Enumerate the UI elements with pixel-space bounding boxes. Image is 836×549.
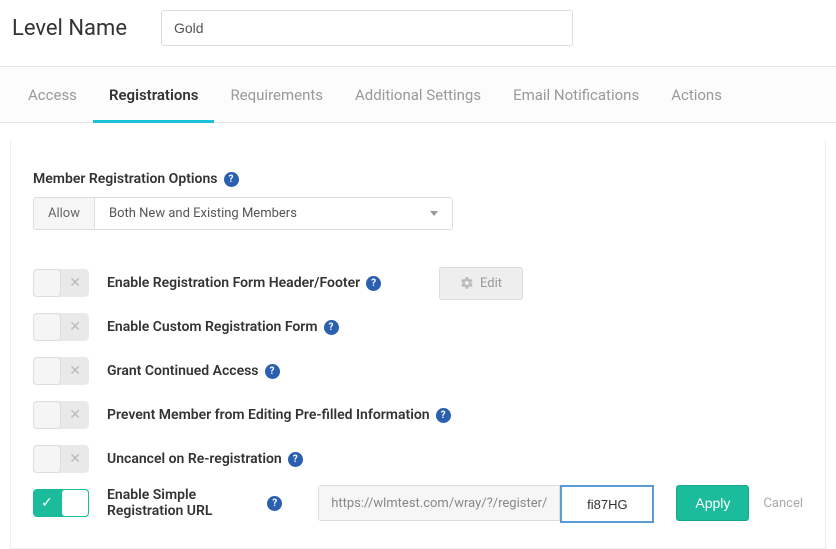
edit-button-label: Edit [480, 276, 502, 291]
option-label: Uncancel on Re-registration [107, 451, 282, 467]
section-title-text: Member Registration Options [33, 171, 218, 187]
tab-additional-settings[interactable]: Additional Settings [339, 68, 497, 123]
url-slug-input[interactable] [560, 485, 654, 523]
edit-button: Edit [439, 267, 523, 300]
cancel-link[interactable]: Cancel [763, 496, 803, 511]
section-title: Member Registration Options ? [33, 171, 803, 187]
close-icon: ✕ [69, 452, 81, 466]
option-label: Enable Custom Registration Form [107, 319, 318, 335]
gear-icon [460, 276, 474, 290]
page-title: Level Name [12, 16, 127, 41]
toggle-prevent-edit[interactable]: ✕ [33, 401, 89, 429]
option-label: Grant Continued Access [107, 363, 259, 379]
help-icon[interactable]: ? [288, 452, 303, 467]
tab-actions[interactable]: Actions [655, 68, 738, 123]
help-icon[interactable]: ? [265, 364, 280, 379]
level-name-input[interactable] [161, 10, 573, 46]
tabs: Access Registrations Requirements Additi… [12, 67, 824, 122]
help-icon[interactable]: ? [224, 172, 239, 187]
toggle-uncancel[interactable]: ✕ [33, 445, 89, 473]
help-icon[interactable]: ? [324, 320, 339, 335]
allow-label: Allow [34, 198, 95, 229]
url-prefix: https://wlmtest.com/wray/?/register/ [319, 486, 560, 520]
tab-requirements[interactable]: Requirements [214, 68, 339, 123]
toggle-custom-form[interactable]: ✕ [33, 313, 89, 341]
chevron-down-icon [430, 211, 438, 216]
registration-url-group: https://wlmtest.com/wray/?/register/ [318, 485, 654, 521]
apply-button[interactable]: Apply [676, 485, 749, 521]
help-icon[interactable]: ? [366, 276, 381, 291]
option-label: Prevent Member from Editing Pre-filled I… [107, 407, 430, 423]
close-icon: ✕ [69, 320, 81, 334]
tab-registrations[interactable]: Registrations [93, 68, 215, 123]
allow-value: Both New and Existing Members [109, 206, 297, 221]
help-icon[interactable]: ? [436, 408, 451, 423]
close-icon: ✕ [69, 364, 81, 378]
toggle-continued-access[interactable]: ✕ [33, 357, 89, 385]
close-icon: ✕ [69, 408, 81, 422]
toggle-header-footer[interactable]: ✕ [33, 269, 89, 297]
help-icon[interactable]: ? [267, 496, 282, 511]
close-icon: ✕ [69, 276, 81, 290]
check-icon: ✓ [41, 496, 53, 510]
tab-email-notifications[interactable]: Email Notifications [497, 68, 655, 123]
toggle-simple-url[interactable]: ✓ [33, 489, 89, 517]
allow-dropdown[interactable]: Allow Both New and Existing Members [33, 197, 453, 230]
option-label: Enable Registration Form Header/Footer [107, 275, 360, 291]
tab-access[interactable]: Access [12, 68, 93, 123]
option-label: Enable Simple Registration URL [107, 487, 261, 519]
